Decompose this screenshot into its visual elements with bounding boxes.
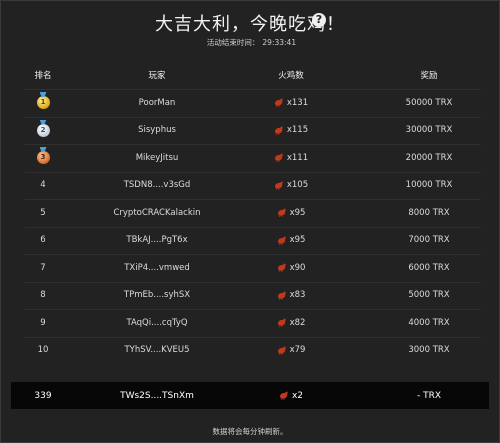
gold-medal-icon: 1 — [36, 96, 50, 109]
table-row: 3 MikeyJitsu x111 20000 TRX — [1, 144, 499, 171]
rank-cell: 8 — [40, 290, 46, 300]
turkey-count: x83 — [289, 290, 306, 300]
column-header-player: 玩家 — [148, 71, 166, 81]
table-row: 4 TSDN8....v3sGd x105 10000 TRX — [1, 172, 499, 199]
reward-amount: 8000 TRX — [408, 207, 450, 218]
silver-medal-icon: 2 — [36, 123, 50, 137]
event-end-time: 活动结束时间： 29:33:41 — [1, 37, 499, 48]
rank-cell: 3 — [27, 144, 59, 171]
turkey-count-cell: x90 — [256, 254, 326, 281]
leaderboard-panel: 大吉大利，今晚吃鸡！ ? 活动结束时间： 29:33:41 排名 玩家 火鸡数 奖… — [0, 0, 500, 443]
column-header-rank: 排名 — [34, 71, 52, 81]
end-time-value: 29:33:41 — [262, 38, 297, 47]
reward-amount: 30000 TRX — [405, 125, 453, 135]
refresh-note: 数据将会每分钟刷新。 — [212, 427, 288, 436]
column-header-reward: 奖励 — [420, 71, 438, 81]
turkey-icon — [274, 98, 284, 107]
turkey-count: x95 — [289, 235, 306, 245]
turkey-count-cell: x131 — [256, 89, 326, 116]
turkey-icon — [277, 236, 287, 245]
end-time-label: 活动结束时间： — [206, 38, 260, 47]
player-name: TXiP4....vmwed — [124, 262, 190, 273]
turkey-count: x111 — [286, 152, 309, 163]
header: 大吉大利，今晚吃鸡！ ? 活动结束时间： 29:33:41 — [1, 1, 499, 56]
my-turkey-count: x2 — [291, 390, 304, 401]
table-row: 9 TAqQi....cqTyQ x82 4000 TRX — [1, 309, 499, 336]
table-row: 8 TPmEb....syhSX x83 5000 TRX — [1, 282, 499, 309]
player-name: TYhSV....KVEU5 — [124, 345, 190, 355]
turkey-count-cell: x79 — [256, 337, 326, 364]
reward-amount: 4000 TRX — [408, 317, 450, 328]
turkey-icon — [274, 153, 284, 162]
turkey-icon — [279, 391, 289, 400]
reward-amount: 20000 TRX — [405, 152, 453, 163]
turkey-count-cell: x115 — [256, 117, 326, 144]
table-row: 6 TBkAJ....PgT6x x95 7000 TRX — [1, 227, 499, 254]
turkey-icon — [274, 126, 284, 135]
page-title: 大吉大利，今晚吃鸡！ — [155, 14, 345, 35]
rank-cell: 4 — [40, 180, 46, 190]
player-name: PoorMan — [138, 97, 176, 108]
my-rank-row: 339 TWs2S....TSnXm x2 - TRX — [11, 382, 489, 409]
rank-cell: 2 — [27, 117, 59, 144]
rank-cell: 1 — [27, 89, 59, 116]
bronze-medal-icon: 3 — [36, 151, 50, 164]
turkey-icon — [277, 263, 287, 272]
table-row: 7 TXiP4....vmwed x90 6000 TRX — [1, 254, 499, 281]
reward-amount: 3000 TRX — [408, 345, 450, 355]
my-rank: 339 — [34, 390, 52, 401]
turkey-count: x82 — [289, 317, 306, 328]
turkey-count: x115 — [286, 125, 309, 135]
help-icon[interactable]: ? — [312, 13, 326, 27]
rank-cell: 7 — [40, 262, 46, 273]
player-name: Sisyphus — [138, 125, 176, 135]
reward-amount: 10000 TRX — [405, 180, 453, 190]
player-name: CryptoCRACKalackin — [113, 207, 201, 218]
turkey-count: x105 — [286, 180, 309, 190]
table-row: 10 TYhSV....KVEU5 x79 3000 TRX — [1, 337, 499, 364]
turkey-icon — [277, 208, 287, 217]
table-row: 1 PoorMan x131 50000 TRX — [1, 89, 499, 116]
turkey-count-cell: x83 — [256, 282, 326, 309]
my-player: TWs2S....TSnXm — [120, 390, 194, 401]
turkey-count-cell: x105 — [256, 172, 326, 199]
reward-amount: 5000 TRX — [408, 290, 450, 300]
player-name: TPmEb....syhSX — [123, 290, 191, 300]
rank-cell: 10 — [37, 345, 49, 355]
player-name: TAqQi....cqTyQ — [126, 317, 188, 328]
player-name: MikeyJitsu — [135, 152, 179, 163]
column-header-turkeys: 火鸡数 — [278, 71, 304, 81]
rank-cell: 5 — [40, 207, 46, 218]
turkey-icon — [277, 346, 287, 355]
turkey-icon — [274, 181, 284, 190]
player-name: TBkAJ....PgT6x — [126, 235, 188, 245]
player-name: TSDN8....v3sGd — [123, 180, 191, 190]
turkey-count-cell: x95 — [256, 199, 326, 226]
turkey-count-cell: x95 — [256, 227, 326, 254]
reward-amount: 7000 TRX — [408, 235, 450, 245]
turkey-count-cell: x111 — [256, 144, 326, 171]
turkey-icon — [277, 291, 287, 300]
rank-cell: 9 — [40, 317, 46, 328]
turkey-count: x131 — [286, 97, 309, 108]
turkey-count: x90 — [289, 262, 306, 273]
turkey-count-cell: x82 — [256, 309, 326, 336]
reward-amount: 6000 TRX — [408, 262, 450, 273]
turkey-icon — [277, 318, 287, 327]
reward-amount: 50000 TRX — [405, 97, 453, 108]
rank-cell: 6 — [40, 235, 46, 245]
my-turkeys: x2 — [256, 382, 326, 409]
my-reward: - TRX — [416, 390, 442, 401]
turkey-count: x79 — [289, 345, 306, 355]
turkey-count: x95 — [289, 207, 306, 218]
table-row: 2 Sisyphus x115 30000 TRX — [1, 117, 499, 144]
table-header: 排名 玩家 火鸡数 奖励 — [1, 64, 499, 86]
table-row: 5 CryptoCRACKalackin x95 8000 TRX — [1, 199, 499, 226]
